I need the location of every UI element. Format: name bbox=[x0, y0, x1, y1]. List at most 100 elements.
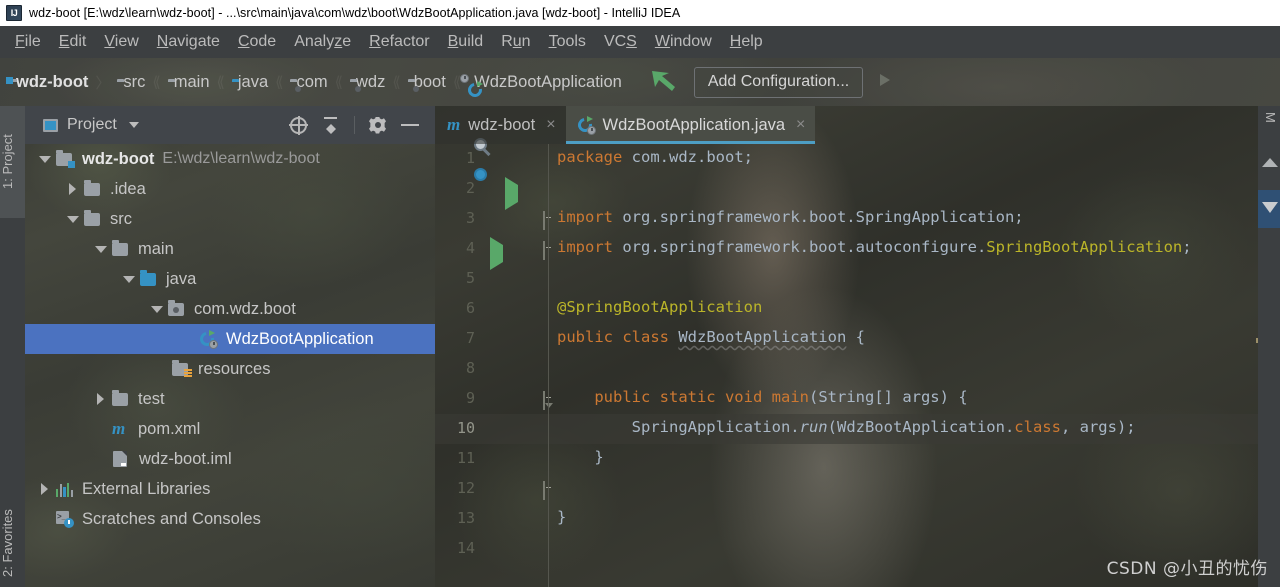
menu-run[interactable]: Run bbox=[492, 31, 539, 53]
scroll-up-icon[interactable] bbox=[1262, 158, 1278, 167]
chevron-right-icon[interactable] bbox=[93, 391, 109, 407]
breadcrumb-item-wdz-boot[interactable]: wdz-boot bbox=[10, 73, 88, 92]
chevron-down-icon[interactable] bbox=[65, 211, 81, 227]
menu-code[interactable]: Code bbox=[229, 31, 285, 53]
code-line: 6 @SpringBootApplication bbox=[435, 294, 1280, 324]
breadcrumb-separator: ⟪ bbox=[152, 74, 161, 91]
tree-item-com-wdz-boot[interactable]: com.wdz.boot bbox=[25, 294, 435, 324]
right-tool-window-strip: M bbox=[1258, 106, 1280, 587]
toolbar-divider bbox=[354, 116, 355, 134]
intellij-idea-window: IJ wdz-boot [E:\wdz\learn\wdz-boot] - ..… bbox=[0, 0, 1280, 587]
tab-wdz-boot[interactable]: m wdz-boot × bbox=[435, 106, 566, 144]
code-line: 11 } bbox=[435, 444, 1280, 474]
chevron-down-icon[interactable] bbox=[93, 241, 109, 257]
menu-window[interactable]: Window bbox=[646, 31, 721, 53]
strip-project-label: 1: Project bbox=[0, 134, 15, 190]
collapse-all-icon[interactable] bbox=[322, 116, 339, 134]
tab-wdzbootapplication-java[interactable]: WdzBootApplication.java × bbox=[565, 106, 816, 144]
breadcrumb-label: src bbox=[123, 72, 146, 91]
tree-item-label: resources bbox=[198, 359, 271, 378]
menu-build[interactable]: Build bbox=[439, 31, 493, 53]
pointer-arrow-icon bbox=[648, 67, 678, 98]
menu-vcs[interactable]: VCS bbox=[595, 31, 646, 53]
spring-boot-class-icon bbox=[197, 328, 219, 349]
tree-item-label: .idea bbox=[110, 179, 146, 198]
tree-item-label: com.wdz.boot bbox=[194, 299, 296, 318]
close-icon[interactable]: × bbox=[546, 117, 555, 133]
iml-file-icon bbox=[113, 451, 132, 467]
locate-icon[interactable] bbox=[289, 115, 308, 135]
code-line: 8 bbox=[435, 354, 1280, 384]
sidebar-item-favorites[interactable]: 2: Favorites bbox=[0, 495, 25, 587]
scroll-down-icon[interactable] bbox=[1262, 202, 1278, 213]
breadcrumb-item-main[interactable]: main bbox=[168, 73, 210, 92]
breadcrumb-label: main bbox=[173, 72, 210, 91]
tree-item-path: E:\wdz\learn\wdz-boot bbox=[162, 150, 320, 167]
line-number: 3 bbox=[465, 209, 475, 227]
breadcrumb-item-com[interactable]: com bbox=[290, 73, 327, 92]
chevron-down-icon[interactable] bbox=[128, 122, 139, 128]
tree-item-scratches-and-consoles[interactable]: >_ Scratches and Consoles bbox=[25, 504, 435, 534]
folder-icon bbox=[112, 239, 131, 256]
code-text[interactable]: 1 package com.wdz.boot; 2 3 import org.s… bbox=[435, 144, 1280, 587]
close-icon[interactable]: × bbox=[796, 117, 805, 133]
tree-item-external-libraries[interactable]: External Libraries bbox=[25, 474, 435, 504]
breadcrumb-item-wdzbootapplication[interactable]: WdzBootApplication bbox=[460, 73, 622, 100]
project-tree: wdz-boot E:\wdz\learn\wdz-boot .idea src… bbox=[25, 144, 435, 587]
sidebar-item-project[interactable]: 1: Project bbox=[0, 106, 25, 218]
chevron-down-icon[interactable] bbox=[37, 151, 53, 167]
folder-icon bbox=[84, 179, 103, 196]
tab-label: WdzBootApplication.java bbox=[602, 115, 786, 134]
line-number: 5 bbox=[465, 269, 475, 287]
line-number: 6 bbox=[465, 299, 475, 317]
tree-item-label: main bbox=[138, 239, 174, 258]
breadcrumb-item-java[interactable]: java bbox=[232, 73, 268, 92]
tree-item-src[interactable]: src bbox=[25, 204, 435, 234]
resources-folder-icon bbox=[172, 359, 192, 378]
run-button-icon[interactable] bbox=[877, 72, 893, 93]
breadcrumb-item-wdz[interactable]: wdz bbox=[350, 73, 385, 92]
code-line: 12 bbox=[435, 474, 1280, 504]
breadcrumb-separator: ⟪ bbox=[275, 74, 284, 91]
tree-item-wdzbootapplication[interactable]: WdzBootApplication bbox=[25, 324, 435, 354]
line-number: 9 bbox=[465, 389, 475, 407]
chevron-right-icon[interactable] bbox=[65, 181, 81, 197]
tree-item-wdz-boot[interactable]: wdz-boot E:\wdz\learn\wdz-boot bbox=[25, 144, 435, 174]
chevron-down-icon[interactable] bbox=[121, 271, 137, 287]
tree-item-label: pom.xml bbox=[138, 419, 201, 438]
menu-refactor[interactable]: Refactor bbox=[360, 31, 438, 53]
menu-edit[interactable]: Edit bbox=[50, 31, 96, 53]
line-number: 7 bbox=[465, 329, 475, 347]
menu-tools[interactable]: Tools bbox=[540, 31, 595, 53]
add-configuration-button[interactable]: Add Configuration... bbox=[693, 66, 864, 98]
breadcrumb-separator: ⟪ bbox=[392, 74, 401, 91]
code-line: 4 import org.springframework.boot.autoco… bbox=[435, 234, 1280, 264]
menu-file[interactable]: File bbox=[6, 31, 50, 53]
menu-analyze[interactable]: Analyze bbox=[285, 31, 360, 53]
project-tool-window: Project wdz-boot E:\wdz\learn\wdz-boot .… bbox=[25, 106, 435, 587]
tree-item-wdz-boot-iml[interactable]: wdz-boot.iml bbox=[25, 444, 435, 474]
menu-navigate[interactable]: Navigate bbox=[148, 31, 229, 53]
chevron-down-icon[interactable] bbox=[149, 301, 165, 317]
menu-help[interactable]: Help bbox=[721, 31, 772, 53]
tree-item-pom-xml[interactable]: m pom.xml bbox=[25, 414, 435, 444]
editor-tab-strip: m wdz-boot × WdzBootApplication.java × bbox=[435, 106, 1280, 144]
menu-view[interactable]: View bbox=[95, 31, 147, 53]
code-line: 2 bbox=[435, 174, 1280, 204]
breadcrumb-item-boot[interactable]: boot bbox=[408, 73, 446, 92]
sidebar-item-maven[interactable]: M bbox=[1263, 112, 1278, 123]
settings-gear-icon[interactable] bbox=[369, 117, 386, 134]
chevron-right-icon[interactable] bbox=[37, 481, 53, 497]
maven-icon: m bbox=[447, 115, 461, 134]
code-line-caret: 10 SpringApplication.run(WdzBootApplicat… bbox=[435, 414, 1280, 444]
breadcrumb-item-src[interactable]: src bbox=[117, 73, 145, 92]
fold-region-line bbox=[548, 144, 549, 587]
tree-item-main[interactable]: main bbox=[25, 234, 435, 264]
hide-icon[interactable] bbox=[401, 124, 419, 126]
tree-item-resources[interactable]: resources bbox=[25, 354, 435, 384]
strip-favorites-label: 2: Favorites bbox=[0, 509, 15, 577]
tree-item-test[interactable]: test bbox=[25, 384, 435, 414]
tree-item-idea[interactable]: .idea bbox=[25, 174, 435, 204]
breadcrumb-label: java bbox=[237, 72, 269, 91]
tree-item-java[interactable]: java bbox=[25, 264, 435, 294]
